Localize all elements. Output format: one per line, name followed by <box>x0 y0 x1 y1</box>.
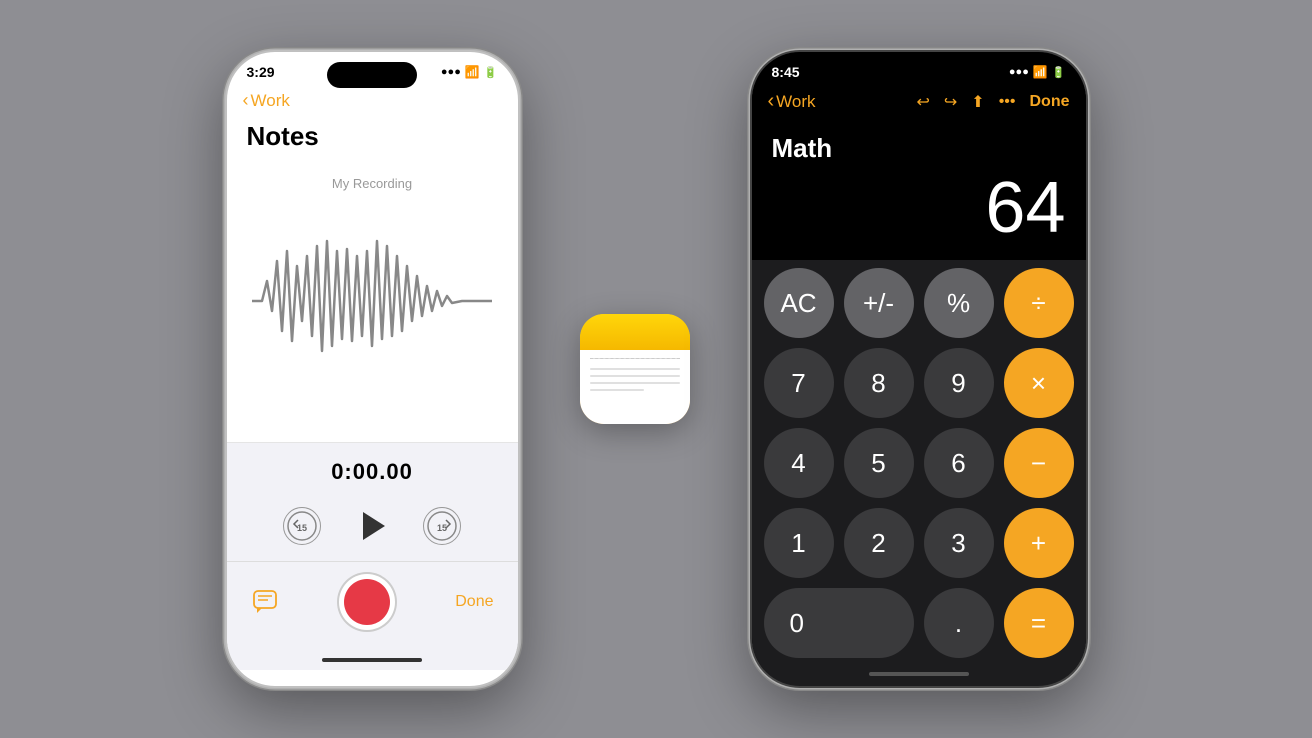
nine-button[interactable]: 9 <box>924 348 994 418</box>
notes-icon-top <box>580 314 690 350</box>
play-button[interactable] <box>351 505 393 547</box>
play-triangle-icon <box>363 512 385 540</box>
five-button[interactable]: 5 <box>844 428 914 498</box>
speech-bubble-icon <box>252 589 278 615</box>
back-button-left[interactable]: ‹ Work <box>243 90 290 111</box>
left-phone-content: ‹ Work Notes My Recording <box>227 84 518 670</box>
notes-app-icon <box>580 314 690 424</box>
notes-line-2 <box>590 375 680 377</box>
wifi-icon-right: 📶 <box>1033 65 1048 79</box>
notes-line-4 <box>590 389 644 391</box>
back-button-right[interactable]: ‹ Work <box>768 90 816 113</box>
bottom-bar-left: Done <box>227 561 518 650</box>
nav-icons-right: ↩ ↪ ⬆ ••• Done <box>916 92 1069 112</box>
skip-forward-button[interactable]: 15 <box>423 507 461 545</box>
calc-row-5: 0 . = <box>764 588 1074 658</box>
six-button[interactable]: 6 <box>924 428 994 498</box>
redo-icon[interactable]: ↪ <box>944 92 957 112</box>
time-right: 8:45 <box>772 64 800 80</box>
eight-button[interactable]: 8 <box>844 348 914 418</box>
three-button[interactable]: 3 <box>924 508 994 578</box>
percent-button[interactable]: % <box>924 268 994 338</box>
one-button[interactable]: 1 <box>764 508 834 578</box>
ac-button[interactable]: AC <box>764 268 834 338</box>
home-indicator-left <box>227 650 518 670</box>
equals-button[interactable]: = <box>1004 588 1074 658</box>
battery-icon-left: 🔋 <box>484 66 498 79</box>
notes-line-1 <box>590 368 680 370</box>
calc-title: Math <box>772 133 1066 164</box>
plus-button[interactable]: + <box>1004 508 1074 578</box>
skip-back-icon: 15 <box>286 510 318 542</box>
nav-bar-right: ‹ Work ↩ ↪ ⬆ ••• Done <box>752 84 1086 123</box>
divide-button[interactable]: ÷ <box>1004 268 1074 338</box>
nav-bar-left: ‹ Work <box>227 84 518 117</box>
record-button[interactable] <box>339 574 395 630</box>
back-label-right: Work <box>776 92 815 112</box>
done-button-left[interactable]: Done <box>455 593 493 611</box>
notes-line-3 <box>590 382 680 384</box>
record-button-inner <box>344 579 390 625</box>
svg-text:15: 15 <box>437 523 447 533</box>
dynamic-island-right <box>869 60 969 88</box>
waveform-container <box>252 211 492 391</box>
right-phone-content: ‹ Work ↩ ↪ ⬆ ••• Done Math 64 <box>752 84 1086 670</box>
calc-display: Math 64 <box>752 123 1086 260</box>
notes-icon-paper <box>580 350 690 424</box>
wifi-icon-left: 📶 <box>465 65 480 79</box>
chevron-icon-right: ‹ <box>768 90 775 113</box>
waveform-svg <box>252 221 492 381</box>
more-icon[interactable]: ••• <box>999 93 1016 111</box>
two-button[interactable]: 2 <box>844 508 914 578</box>
home-indicator-right <box>752 672 1086 676</box>
timer-display: 0:00.00 <box>227 443 518 495</box>
done-button-right[interactable]: Done <box>1030 93 1070 111</box>
scene: 3:29 ●●● 📶 🔋 ‹ Work Notes My Recordin <box>0 0 1312 738</box>
calc-buttons-area: AC +/- % ÷ 7 8 9 × 4 5 6 − <box>752 260 1086 672</box>
zero-button[interactable]: 0 <box>764 588 914 658</box>
status-icons-right: ●●● 📶 🔋 <box>1009 65 1066 79</box>
multiply-button[interactable]: × <box>1004 348 1074 418</box>
calc-row-4: 1 2 3 + <box>764 508 1074 578</box>
status-icons-left: ●●● 📶 🔋 <box>441 65 498 79</box>
notes-title: Notes <box>227 117 518 160</box>
recording-label: My Recording <box>332 176 412 191</box>
notes-icon-dashed-line <box>590 358 680 359</box>
home-bar-left <box>322 658 422 662</box>
signal-icon-right: ●●● <box>1009 66 1029 78</box>
seven-button[interactable]: 7 <box>764 348 834 418</box>
sign-button[interactable]: +/- <box>844 268 914 338</box>
right-iphone: 8:45 ●●● 📶 🔋 ‹ Work ↩ ↪ ⬆ ••• Done <box>750 50 1088 688</box>
signal-icon-left: ●●● <box>441 66 461 78</box>
skip-forward-icon: 15 <box>426 510 458 542</box>
battery-icon-right: 🔋 <box>1052 66 1066 79</box>
calc-row-1: AC +/- % ÷ <box>764 268 1074 338</box>
left-iphone: 3:29 ●●● 📶 🔋 ‹ Work Notes My Recordin <box>225 50 520 688</box>
minus-button[interactable]: − <box>1004 428 1074 498</box>
calc-result: 64 <box>772 172 1066 244</box>
decimal-button[interactable]: . <box>924 588 994 658</box>
back-label-left: Work <box>251 91 290 111</box>
chevron-icon-left: ‹ <box>243 90 249 111</box>
svg-text:15: 15 <box>297 523 307 533</box>
four-button[interactable]: 4 <box>764 428 834 498</box>
dynamic-island-left <box>327 62 417 88</box>
chat-icon[interactable] <box>251 588 279 616</box>
skip-back-button[interactable]: 15 <box>283 507 321 545</box>
home-bar-right <box>869 672 969 676</box>
undo-icon[interactable]: ↩ <box>916 92 929 112</box>
share-icon[interactable]: ⬆ <box>971 92 984 112</box>
calc-row-2: 7 8 9 × <box>764 348 1074 418</box>
recording-area: My Recording <box>227 160 518 442</box>
time-left: 3:29 <box>247 64 275 80</box>
calc-row-3: 4 5 6 − <box>764 428 1074 498</box>
controls-row: 15 15 <box>227 495 518 561</box>
